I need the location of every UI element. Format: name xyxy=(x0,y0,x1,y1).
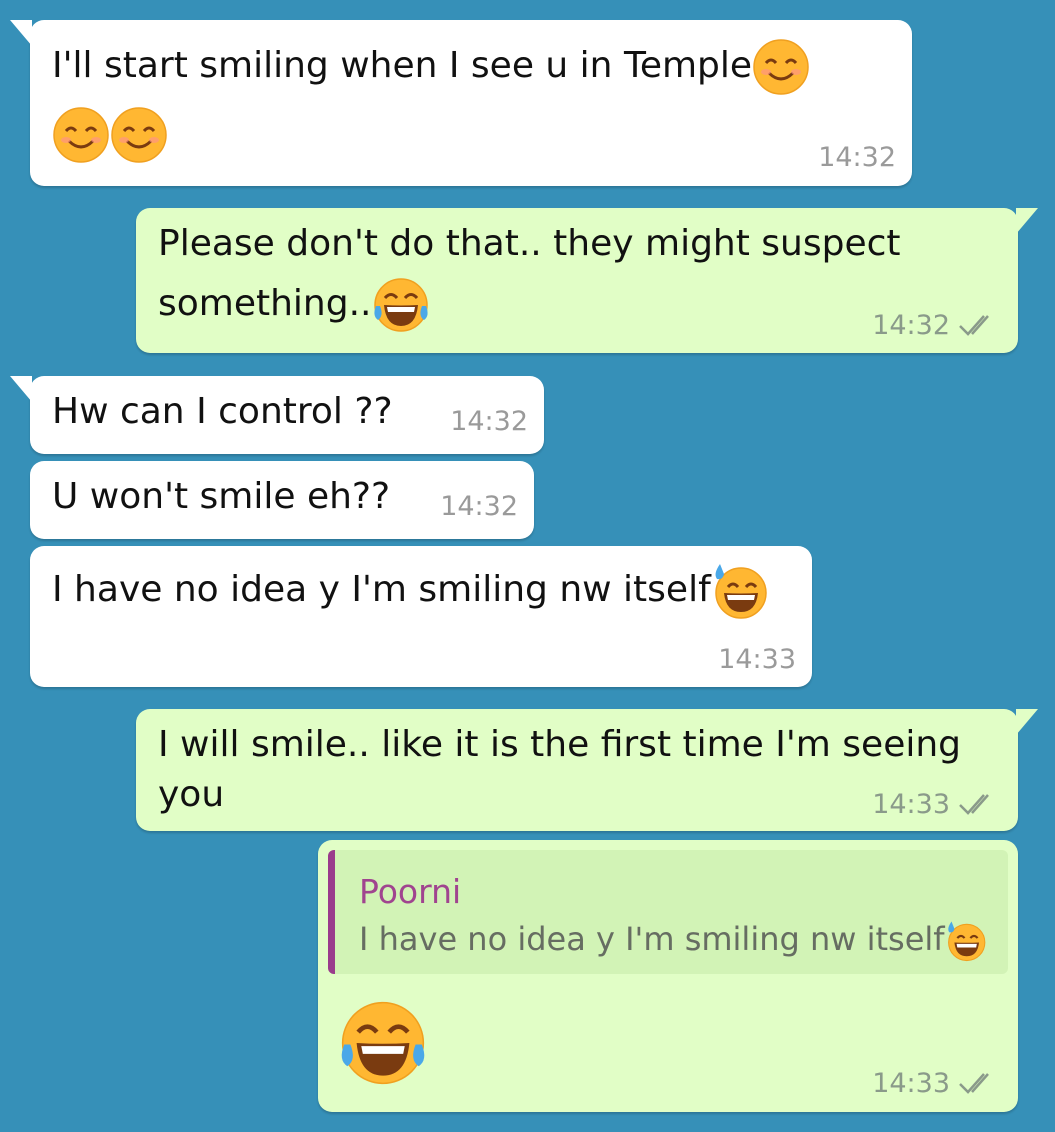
message-time: 14:33 xyxy=(872,789,950,820)
message-bubble-incoming[interactable]: I'll start smiling when I see u in Templ… xyxy=(10,20,912,186)
message-time: 14:32 xyxy=(818,142,896,173)
message-text: Hw can I control ?? xyxy=(52,391,393,432)
message-text: U won't smile eh?? xyxy=(52,476,391,517)
quoted-message[interactable]: Poorni I have no idea y I'm smiling nw i… xyxy=(328,850,1008,974)
message-bubble-outgoing[interactable]: I will smile.. like it is the first time… xyxy=(136,709,1038,831)
double-check-icon xyxy=(959,315,989,336)
message-text: Please don't do that.. they might suspec… xyxy=(158,223,901,264)
grinning-sweat-icon xyxy=(945,920,987,962)
message-bubble-outgoing[interactable]: Poorni I have no idea y I'm smiling nw i… xyxy=(318,840,1018,1112)
smiling-face-icon xyxy=(110,106,168,164)
message-text: I have no idea y I'm smiling nw itself xyxy=(52,562,769,620)
grinning-sweat-icon xyxy=(711,562,769,620)
message-text: I'll start smiling when I see u in Templ… xyxy=(52,38,810,96)
message-text: I will smile.. like it is the first time… xyxy=(158,724,962,765)
double-check-icon xyxy=(959,1073,989,1094)
message-bubble-incoming[interactable]: I have no idea y I'm smiling nw itself 1… xyxy=(30,546,812,687)
message-bubble-incoming[interactable]: U won't smile eh?? 14:32 xyxy=(30,461,534,539)
message-bubble-outgoing[interactable]: Please don't do that.. they might suspec… xyxy=(136,208,1038,353)
smiling-face-icon xyxy=(752,38,810,96)
message-text: you xyxy=(158,774,225,815)
message-text: something.. xyxy=(158,276,430,334)
message-time: 14:32 xyxy=(872,310,950,341)
tears-of-joy-icon xyxy=(338,998,428,1088)
tears-of-joy-icon xyxy=(372,276,430,334)
bubble-tail xyxy=(10,376,32,402)
message-bubble-incoming[interactable]: Hw can I control ?? 14:32 xyxy=(10,376,544,454)
quote-author: Poorni xyxy=(359,872,462,911)
message-time: 14:32 xyxy=(440,491,518,522)
smiling-face-icon xyxy=(52,106,110,164)
message-time: 14:33 xyxy=(718,644,796,675)
message-emoji-line xyxy=(52,106,168,164)
bubble-tail xyxy=(1016,208,1038,234)
double-check-icon xyxy=(959,794,989,815)
bubble-tail xyxy=(10,20,32,46)
message-time: 14:33 xyxy=(872,1068,950,1099)
message-time: 14:32 xyxy=(450,406,528,437)
quote-text: I have no idea y I'm smiling nw itself xyxy=(359,920,987,962)
bubble-tail xyxy=(1016,709,1038,735)
